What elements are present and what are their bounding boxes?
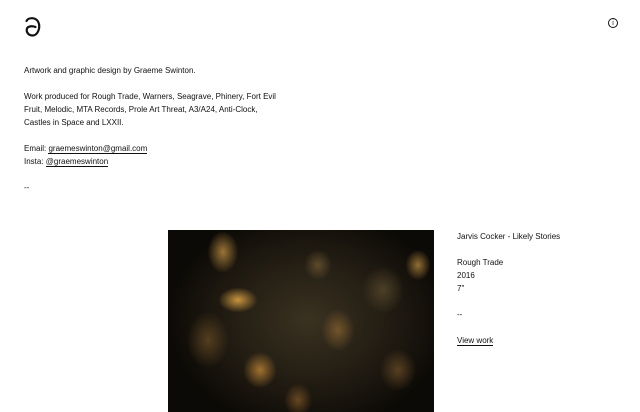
work-year: 2016 bbox=[457, 271, 475, 280]
work-separator: -- bbox=[457, 310, 463, 319]
clients-line-3: Castles in Space and LXXII. bbox=[24, 118, 124, 127]
insta-label: Insta: bbox=[24, 157, 46, 166]
insta-link[interactable]: @graemeswinton bbox=[45, 157, 109, 167]
clients-line-2: Fruit, Melodic, MTA Records, Prole Art T… bbox=[24, 105, 258, 114]
clients-line-1: Work produced for Rough Trade, Warners, … bbox=[24, 92, 276, 101]
intro-separator: -- bbox=[24, 183, 30, 192]
insta-row: Insta: @graemeswinton bbox=[24, 155, 304, 168]
bio-text: Artwork and graphic design by Graeme Swi… bbox=[24, 66, 196, 75]
artwork-image[interactable] bbox=[168, 230, 434, 412]
info-icon[interactable]: i bbox=[608, 18, 618, 28]
site-logo[interactable] bbox=[22, 14, 44, 40]
work-format: 7" bbox=[457, 284, 465, 293]
email-label: Email: bbox=[24, 144, 49, 153]
view-work-link[interactable]: View work bbox=[457, 336, 494, 346]
email-link[interactable]: graemeswinton@gmail.com bbox=[48, 144, 148, 154]
intro-section: Artwork and graphic design by Graeme Swi… bbox=[24, 64, 304, 168]
email-row: Email: graemeswinton@gmail.com bbox=[24, 142, 304, 155]
work-label: Rough Trade bbox=[457, 258, 504, 267]
work-details: Jarvis Cocker - Likely Stories Rough Tra… bbox=[457, 230, 627, 347]
work-title: Jarvis Cocker - Likely Stories bbox=[457, 232, 561, 241]
